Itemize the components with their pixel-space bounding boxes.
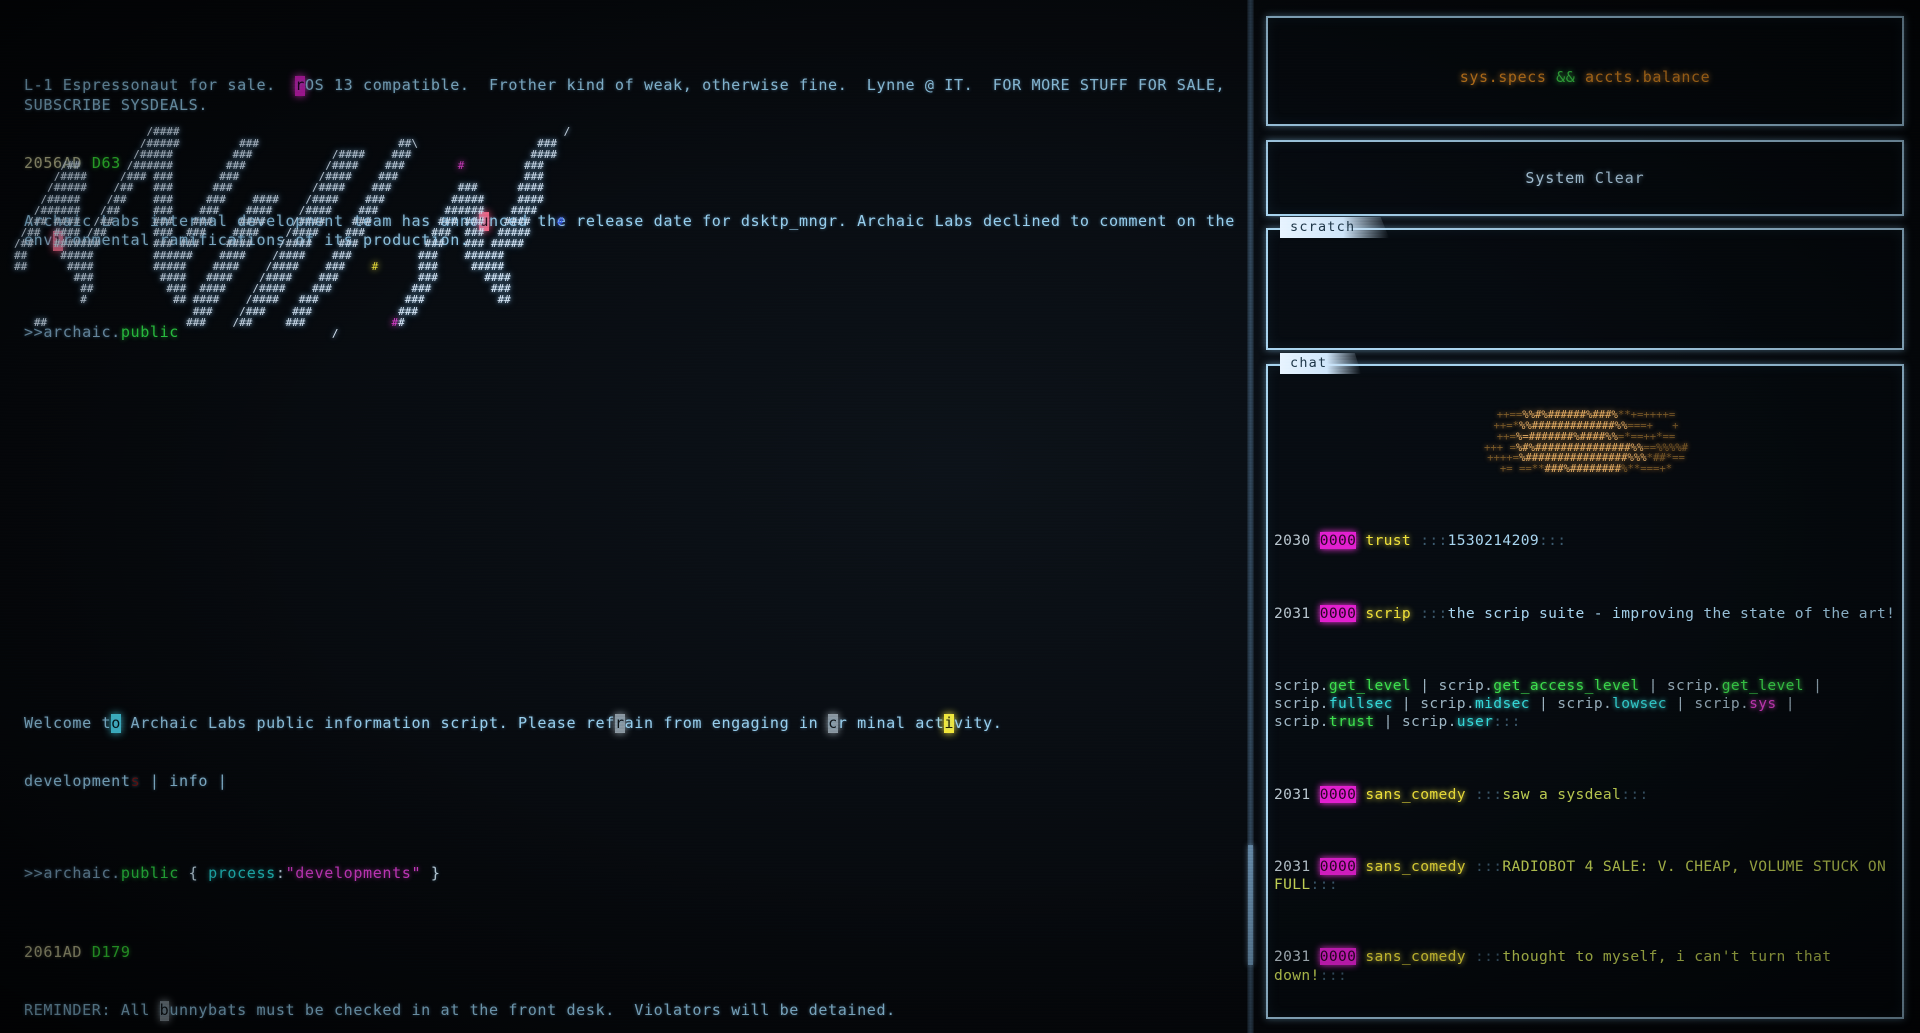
scrollback-line: L-1 Espressonaut for sale. rOS 13 compat… <box>24 76 1235 114</box>
feed-line: REMINDER: All bunnybats must be checked … <box>24 1001 896 1021</box>
scratch-panel-body[interactable] <box>1274 236 1896 342</box>
feed-timestamp: 2061AD D179 <box>24 943 131 962</box>
sys-specs-text: sys.specs && accts.balance <box>1268 68 1902 86</box>
menu-line[interactable]: developments | info | <box>24 772 1246 791</box>
system-status-text: System Clear <box>1525 169 1645 187</box>
chat-message: 2030 0000 trust :::1530214209::: <box>1274 532 1567 550</box>
scrollback-timestamp: 2056AD D63 <box>24 153 121 172</box>
chat-message: 2031 0000 sans_comedy :::saw a sysdeal::… <box>1274 785 1649 803</box>
command-prompt-developments[interactable]: >>archaic.public { process:"developments… <box>24 864 1246 883</box>
accts-balance-label: accts.balance <box>1585 68 1711 86</box>
scratch-panel-tab[interactable]: scratch <box>1280 217 1390 238</box>
sys-specs-operator: && <box>1556 68 1576 86</box>
chat-log[interactable]: ++==%%#%######%###%**+=++++= ++=*%%#####… <box>1274 372 1898 1013</box>
chat-message: 2031 0000 sans_comedy :::RADIOBOT 4 SALE… <box>1274 857 1896 894</box>
archaic-ascii-logo: /#### / /##### ### ##\ ### /##### ### /#… <box>14 125 571 341</box>
terminal-scrollbar-thumb[interactable] <box>1248 845 1253 965</box>
chat-ascii-banner: ++==%%#%######%###%**+=++++= ++=*%%#####… <box>1483 409 1689 476</box>
chat-panel-tab[interactable]: chat <box>1280 353 1362 374</box>
chat-message-scrip-list: scrip.get_level | scrip.get_access_level… <box>1274 677 1832 731</box>
scrollback-line: Archaic Labs internal development team h… <box>24 212 1245 251</box>
right-panel-column: sys.specs && accts.balance System Clear … <box>1256 0 1920 1033</box>
system-status-panel[interactable]: System Clear <box>1266 140 1904 216</box>
public-script-terminal[interactable]: L-1 Espressonaut for sale. rOS 13 compat… <box>0 0 1246 1033</box>
sys-specs-label: sys.specs <box>1459 68 1547 86</box>
chat-panel[interactable]: chat ++==%%#%######%###%**+=++++= ++=*%%… <box>1266 353 1904 1019</box>
welcome-message: Welcome to Archaic Labs public informati… <box>24 713 1003 734</box>
chat-message: 2031 0000 sans_comedy :::thought to myse… <box>1274 948 1841 984</box>
command-prompt-public[interactable]: >>archaic.public <box>24 323 1246 342</box>
scratch-panel[interactable]: scratch <box>1266 217 1904 350</box>
sys-specs-panel[interactable]: sys.specs && accts.balance <box>1266 16 1904 126</box>
chat-message: 2031 0000 scrip :::the scrip suite - imp… <box>1274 604 1896 622</box>
